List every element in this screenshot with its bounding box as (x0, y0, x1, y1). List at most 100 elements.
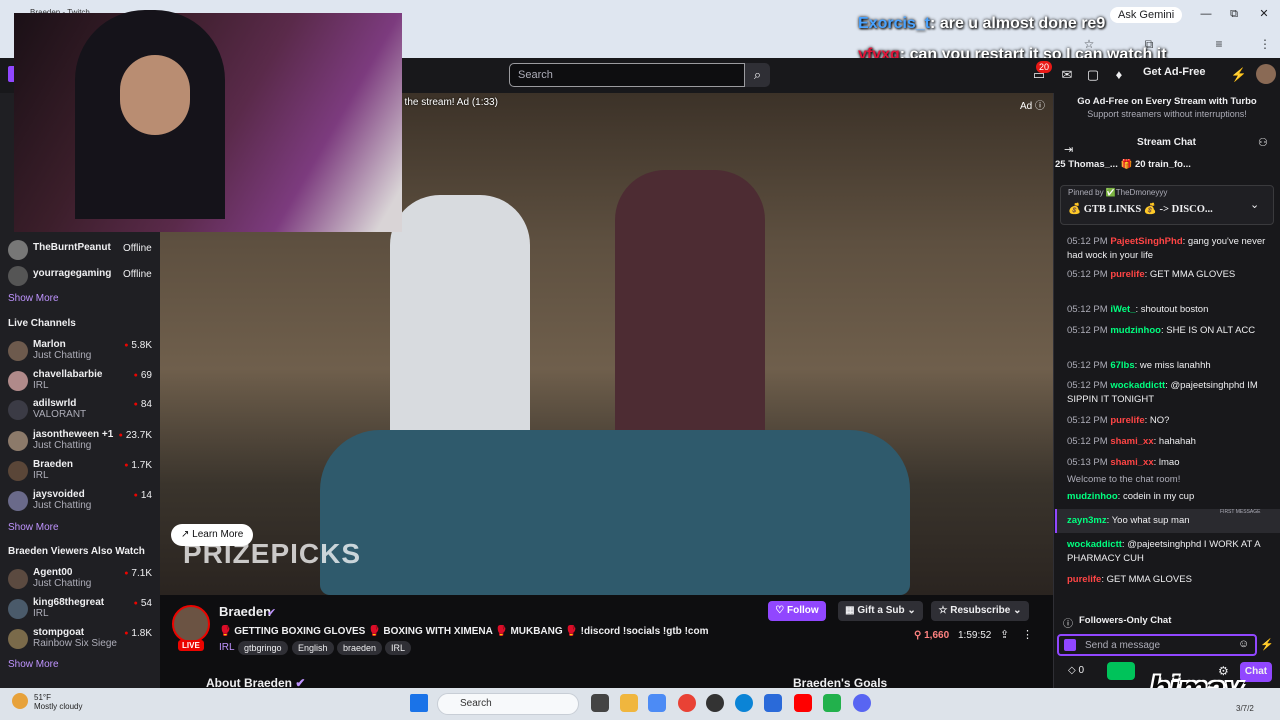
chat-text: GET MMA GLOVES (1149, 269, 1236, 280)
chat-timestamp: 05:12 PM (1067, 304, 1108, 315)
chat-send-button[interactable]: Chat (1240, 662, 1272, 682)
resubscribe-button[interactable]: ☆ Resubscribe ⌄ (931, 601, 1029, 621)
prime-loot-icon[interactable]: ♦ (1110, 66, 1128, 84)
start-button-icon[interactable] (410, 694, 428, 712)
file-explorer-icon[interactable] (620, 694, 638, 712)
chat-timestamp: 05:12 PM (1067, 360, 1108, 371)
viewer-count: 5.8K (102, 340, 152, 351)
gift-sub-button[interactable]: ▦ Gift a Sub ⌄ (838, 601, 923, 621)
viewer-count: 23.7K (102, 430, 152, 441)
chat-username[interactable]: shami_xx (1110, 457, 1153, 468)
obs-icon[interactable] (706, 694, 724, 712)
channel-avatar[interactable] (172, 605, 210, 643)
avatar (8, 431, 28, 451)
maximize-button[interactable]: ⧉ (1224, 6, 1244, 22)
channel-category: VALORANT (33, 409, 87, 420)
search-icon[interactable]: ⌕ (745, 63, 770, 87)
taskbar-search[interactable]: Search (437, 693, 579, 715)
task-view-icon[interactable] (591, 694, 609, 712)
channel-points[interactable]: ◇ 0 (1068, 665, 1084, 676)
avatar (8, 371, 28, 391)
turbo-promo[interactable]: Go Ad-Free on Every Stream with Turbo Sup… (1062, 96, 1272, 119)
followers-only-notice: Followers-Only Chat (1079, 615, 1172, 626)
chat-username[interactable]: purelife (1110, 415, 1144, 426)
verified-icon: ✔ (267, 607, 277, 619)
channel-name: yourragegaming (33, 268, 112, 279)
follow-button[interactable]: ♡ Follow (768, 601, 826, 621)
whispers-icon[interactable]: ▢ (1084, 66, 1102, 84)
chat-welcome: Welcome to the chat room! (1067, 473, 1273, 487)
tag[interactable]: English (292, 641, 334, 655)
discord-icon[interactable] (853, 694, 871, 712)
chat-username[interactable]: zayn3mz (1067, 515, 1107, 526)
turbo-icon[interactable]: ⚡ (1260, 638, 1274, 651)
channel-category: IRL (33, 608, 49, 619)
chat-text: NO? (1149, 415, 1170, 426)
chat-timestamp: 05:13 PM (1067, 457, 1108, 468)
menu-icon[interactable]: ≡ (1210, 37, 1228, 51)
avatar (8, 341, 28, 361)
user-avatar[interactable] (1256, 64, 1276, 84)
gift-leaderboard[interactable]: 25 Thomas_... 🎁 20 train_fo... (1055, 159, 1280, 170)
youtube-icon[interactable] (794, 694, 812, 712)
channel-name: king68thegreat (33, 597, 105, 608)
chat-message: mudzinhoo: codein in my cup (1067, 491, 1195, 502)
chat-input[interactable]: Send a message (1057, 634, 1257, 656)
viewer-count: 1.8K (102, 628, 152, 639)
tag[interactable]: IRL (385, 641, 412, 655)
chat-badge-icon[interactable] (1064, 639, 1076, 651)
chat-message: 05:12 PM wockaddictt: @pajeetsinghphd IM… (1067, 380, 1258, 405)
chat-message: 05:12 PM PajeetSinghPhd: gang you've nev… (1067, 236, 1266, 261)
chat-username[interactable]: purelife (1110, 269, 1144, 280)
chat-username[interactable]: wockaddictt (1067, 539, 1122, 550)
search-input[interactable]: Search (509, 63, 745, 87)
ad-info-badge[interactable]: Ad ⓘ (1020, 97, 1045, 112)
tag[interactable]: gtbgringo (238, 641, 288, 655)
chat-username[interactable]: purelife (1067, 574, 1101, 585)
turbo-icon[interactable]: ⚡ (1230, 66, 1248, 84)
chat-username[interactable]: iWet_ (1110, 304, 1135, 315)
chat-username[interactable]: wockaddictt (1110, 380, 1165, 391)
chat-timestamp: 05:12 PM (1067, 415, 1108, 426)
mail-icon[interactable] (764, 694, 782, 712)
chat-text: we miss lanahhh (1139, 360, 1211, 371)
sponsor-logo: PRIZEPICKS (183, 538, 362, 569)
chat-message: 05:12 PM iWet_: shoutout boston (1067, 304, 1209, 315)
minimize-button[interactable]: — (1196, 6, 1216, 22)
ask-gemini-button[interactable]: Ask Gemini (1110, 7, 1183, 23)
chat-timestamp: 05:12 PM (1067, 236, 1108, 247)
channel-name[interactable]: Braeden (219, 604, 271, 619)
more-menu-icon[interactable]: ⋮ (1256, 37, 1274, 51)
chevron-down-icon[interactable]: ⌄ (1250, 198, 1259, 211)
get-ad-free-button[interactable]: Get Ad-Free (1143, 66, 1206, 78)
community-icon[interactable]: ⚇ (1258, 136, 1268, 149)
copilot-icon[interactable] (648, 694, 666, 712)
tag[interactable]: braeden (337, 641, 383, 655)
show-more-link[interactable]: Show More (8, 522, 59, 533)
avatar (8, 461, 28, 481)
chevron-down-icon: ⌄ (904, 605, 916, 616)
show-more-link[interactable]: Show More (8, 659, 59, 670)
share-icon[interactable]: ⇪ (1000, 628, 1009, 641)
kick-icon[interactable] (823, 694, 841, 712)
chat-username[interactable]: mudzinhoo (1067, 491, 1118, 502)
avatar (8, 629, 28, 649)
edge-icon[interactable] (735, 694, 753, 712)
chat-username[interactable]: 67lbs (1110, 360, 1134, 371)
welcome-text: Welcome to the chat room! (1067, 474, 1181, 485)
chat-username[interactable]: shami_xx (1110, 436, 1153, 447)
chat-username[interactable]: PajeetSinghPhd (1110, 236, 1182, 247)
heart-icon: ♡ (775, 605, 788, 616)
show-more-link[interactable]: Show More (8, 293, 59, 304)
emote-icon[interactable]: ☺ (1238, 638, 1249, 650)
chat-username[interactable]: mudzinhoo (1110, 325, 1161, 336)
chat-text: SHE IS ON ALT ACC (1166, 325, 1256, 336)
chat-title: Stream Chat (1137, 137, 1196, 148)
claim-bonus-icon[interactable] (1107, 662, 1135, 680)
chat-message: 05:12 PM purelife: GET MMA GLOVES (1067, 269, 1236, 280)
chrome-icon[interactable] (678, 694, 696, 712)
close-window-button[interactable]: ✕ (1254, 6, 1274, 22)
inbox-icon[interactable]: ✉ (1058, 66, 1076, 84)
stream-category-link[interactable]: IRL (219, 642, 235, 653)
more-options-icon[interactable]: ⋮ (1022, 628, 1033, 641)
